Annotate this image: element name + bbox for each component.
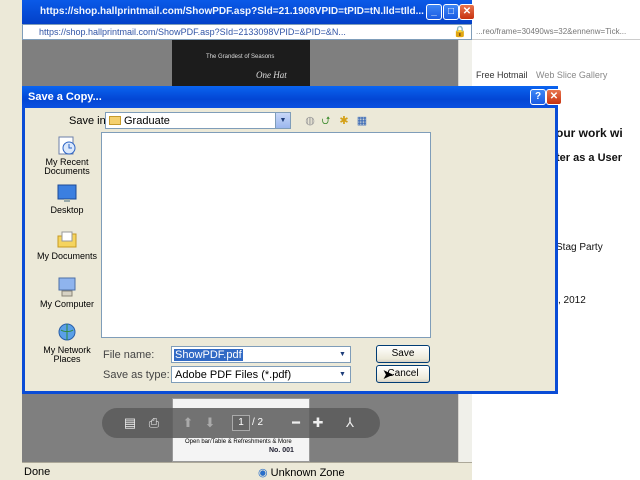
place-desktop[interactable]: Desktop xyxy=(35,182,99,215)
dialog-title-bar: Save a Copy... ? ✕ xyxy=(22,86,562,108)
page-total: / 2 xyxy=(252,417,264,428)
place-my-computer[interactable]: My Computer xyxy=(35,276,99,309)
save-as-type-label: Save as type: xyxy=(103,369,170,381)
new-folder-icon[interactable]: ✱ xyxy=(337,115,351,127)
zoom-in-icon[interactable]: ✚ xyxy=(310,415,326,431)
save-in-dropdown[interactable]: Graduate ▼ xyxy=(105,112,291,129)
desktop-icon xyxy=(56,182,78,204)
file-list[interactable] xyxy=(101,132,431,338)
place-recent-documents[interactable]: My Recent Documents xyxy=(35,134,99,176)
mouse-cursor-icon: ➤ xyxy=(382,366,394,382)
chevron-down-icon[interactable]: ▼ xyxy=(335,347,350,362)
zone-label: Unknown Zone xyxy=(270,467,345,479)
place-label: My Network Places xyxy=(43,345,91,364)
save-in-value: Graduate xyxy=(124,115,170,127)
page-down-icon[interactable]: ⬇ xyxy=(202,415,218,431)
file-name-label: File name: xyxy=(103,349,155,361)
my-network-places-icon xyxy=(56,322,78,344)
acrobat-icon[interactable]: ⅄ xyxy=(342,415,358,431)
dialog-close-icon[interactable]: ✕ xyxy=(546,89,562,105)
save-as-type-dropdown[interactable]: Adobe PDF Files (*.pdf) ▼ xyxy=(171,366,351,383)
place-label: Desktop xyxy=(50,205,84,215)
bg-text-date: , 2012 xyxy=(558,295,586,306)
file-name-field[interactable]: ShowPDF.pdf ▼ xyxy=(171,346,351,363)
zoom-out-icon[interactable]: ━ xyxy=(288,415,304,431)
back-icon[interactable]: ◍ xyxy=(303,115,317,127)
chevron-down-icon[interactable]: ▼ xyxy=(335,367,350,382)
bg-text-user: ter as a User xyxy=(556,152,623,164)
dialog-title: Save a Copy... xyxy=(28,91,102,103)
browser-title-text: https://shop.hallprintmail.com/ShowPDF.a… xyxy=(40,6,424,17)
favorites-links: Free Hotmail Web Slice Gallery xyxy=(476,68,640,84)
page-up-icon[interactable]: ⬆ xyxy=(180,415,196,431)
my-computer-icon xyxy=(56,276,78,298)
folder-icon xyxy=(109,116,121,125)
save-icon[interactable]: ▤ xyxy=(122,415,138,431)
lock-icon: 🔒 xyxy=(453,26,467,38)
status-text: Done xyxy=(24,466,51,478)
background-url: ...reo/frame=30490ws=32&ennenw=Tick... xyxy=(476,27,627,36)
pdf-signature: One Hat xyxy=(256,70,287,80)
recent-documents-icon xyxy=(56,134,78,156)
link-web-slice-gallery[interactable]: Web Slice Gallery xyxy=(536,70,607,80)
browser-title-bar: https://shop.hallprintmail.com/ShowPDF.a… xyxy=(22,0,475,24)
pdf-floating-toolbar: ▤ ⎙ ⬆ ⬇ 1 / 2 ━ ✚ ⅄ xyxy=(102,408,380,438)
place-label: My Computer xyxy=(39,299,94,309)
pdf-footer-line: Open bar/Table & Refreshments & More xyxy=(185,439,292,445)
save-as-type-value: Adobe PDF Files (*.pdf) xyxy=(175,369,292,381)
save-dialog: Save a Copy... ? ✕ Save in: Graduate ▼ ◍… xyxy=(22,86,562,394)
up-folder-icon[interactable]: ⮍ xyxy=(319,115,333,127)
place-my-network[interactable]: My Network Places xyxy=(35,322,99,364)
maximize-icon[interactable]: □ xyxy=(443,4,459,20)
places-bar: My Recent Documents Desktop My Documents… xyxy=(35,130,99,370)
link-free-hotmail[interactable]: Free Hotmail xyxy=(476,70,528,80)
save-in-label: Save in: xyxy=(69,115,109,127)
place-label: My Documents xyxy=(36,251,98,261)
pdf-footer-number: No. 001 xyxy=(269,447,294,454)
save-button[interactable]: Save xyxy=(376,345,430,363)
globe-icon: ◉ xyxy=(258,467,268,479)
status-bar: Done ◉ Unknown Zone xyxy=(22,462,472,480)
pdf-heading: The Grandest of Seasons xyxy=(206,54,275,60)
page-number-input[interactable]: 1 xyxy=(232,415,250,431)
file-name-value[interactable]: ShowPDF.pdf xyxy=(174,349,243,361)
place-my-documents[interactable]: My Documents xyxy=(35,228,99,261)
security-zone: ◉ Unknown Zone xyxy=(258,466,345,479)
address-text: https://shop.hallprintmail.com/ShowPDF.a… xyxy=(39,27,346,37)
bg-text-party: Stag Party xyxy=(556,242,603,253)
address-bar[interactable]: https://shop.hallprintmail.com/ShowPDF.a… xyxy=(22,24,472,40)
help-icon[interactable]: ? xyxy=(530,89,546,105)
minimize-icon[interactable]: _ xyxy=(426,4,442,20)
background-address-fragment: ...reo/frame=30490ws=32&ennenw=Tick... xyxy=(472,24,640,40)
print-icon[interactable]: ⎙ xyxy=(146,415,162,431)
close-icon[interactable]: ✕ xyxy=(459,4,475,20)
chevron-down-icon[interactable]: ▼ xyxy=(275,113,290,128)
place-label: My Recent Documents xyxy=(44,157,90,176)
views-menu-icon[interactable]: ▦ xyxy=(355,115,369,127)
bg-text-work: our work wi xyxy=(556,126,623,140)
my-documents-icon xyxy=(56,228,78,250)
